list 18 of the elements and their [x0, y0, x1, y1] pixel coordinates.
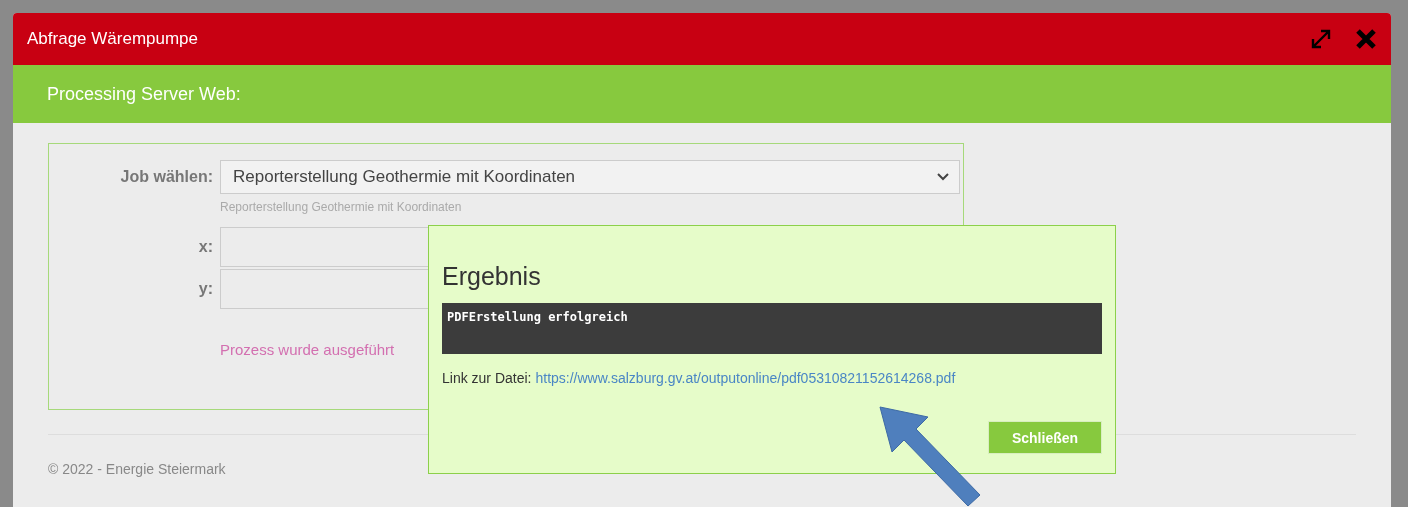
output-console: PDFErstellung erfolgreich — [442, 303, 1102, 354]
field-label: Job wählen: — [119, 168, 213, 186]
status-message: Prozess wurde ausgeführt — [220, 341, 396, 358]
window-title: Abfrage Wärempumpe — [27, 29, 200, 49]
popup-title: Ergebnis — [442, 262, 542, 291]
link-label: Link zur Datei: — [442, 370, 532, 386]
arrow-icon — [876, 405, 982, 507]
chevron-icon — [937, 173, 949, 181]
close-button[interactable]: Schließen — [988, 421, 1102, 454]
footer-text: © 2022 - Energie Steiermark — [48, 461, 227, 477]
close-icon[interactable] — [1355, 28, 1377, 50]
field-hint: Reporterstellung Geothermie mit Koordinaten — [220, 200, 463, 214]
expand-icon[interactable] — [1309, 27, 1333, 51]
job-select[interactable]: Reporterstellung Geothermie mit Koordinaten — [220, 160, 960, 194]
file-link[interactable]: https://www.salzburg.gv.at/outputonline/pdf05310821152614268.pdf — [535, 370, 956, 386]
section-title: Processing Server Web: — [47, 83, 241, 105]
field-label: x: — [197, 238, 213, 256]
field-label: y: — [197, 280, 213, 298]
